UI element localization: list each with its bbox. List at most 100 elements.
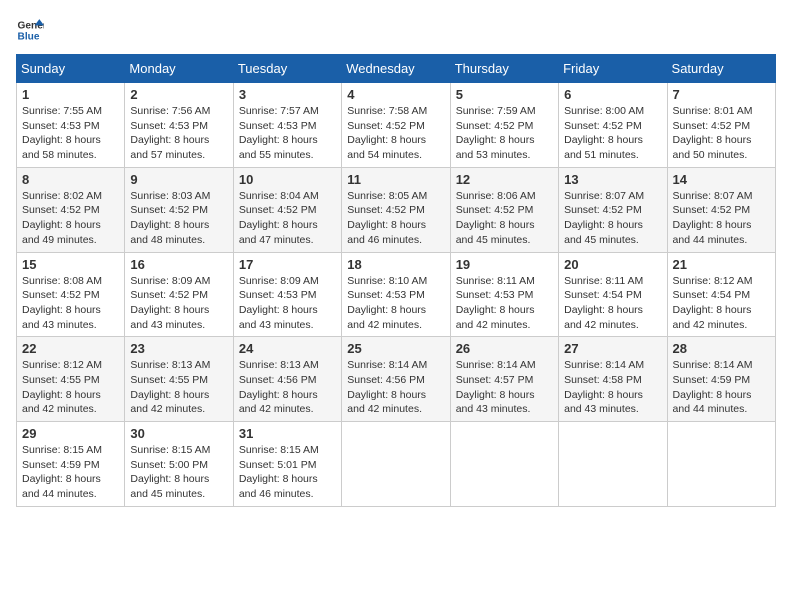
sunset-label: Sunset: 4:52 PM (347, 120, 425, 132)
calendar-cell: 29 Sunrise: 8:15 AM Sunset: 4:59 PM Dayl… (17, 422, 125, 507)
day-info: Sunrise: 8:13 AM Sunset: 4:55 PM Dayligh… (130, 358, 227, 417)
sunrise-label: Sunrise: 8:10 AM (347, 275, 427, 287)
calendar-cell: 23 Sunrise: 8:13 AM Sunset: 4:55 PM Dayl… (125, 337, 233, 422)
day-info: Sunrise: 8:07 AM Sunset: 4:52 PM Dayligh… (673, 189, 770, 248)
day-info: Sunrise: 8:12 AM Sunset: 4:54 PM Dayligh… (673, 274, 770, 333)
day-info: Sunrise: 8:01 AM Sunset: 4:52 PM Dayligh… (673, 104, 770, 163)
sunset-label: Sunset: 4:53 PM (22, 120, 100, 132)
day-number: 9 (130, 172, 227, 187)
calendar-cell (342, 422, 450, 507)
sunrise-label: Sunrise: 8:11 AM (456, 275, 535, 287)
col-header-friday: Friday (559, 55, 667, 83)
day-info: Sunrise: 7:58 AM Sunset: 4:52 PM Dayligh… (347, 104, 444, 163)
daylight-label: Daylight: 8 hours and 45 minutes. (564, 219, 643, 246)
sunset-label: Sunset: 4:57 PM (456, 374, 534, 386)
sunrise-label: Sunrise: 8:14 AM (673, 359, 753, 371)
sunrise-label: Sunrise: 8:00 AM (564, 105, 644, 117)
day-number: 29 (22, 426, 119, 441)
calendar-week-row: 29 Sunrise: 8:15 AM Sunset: 4:59 PM Dayl… (17, 422, 776, 507)
day-number: 3 (239, 87, 336, 102)
calendar-cell: 25 Sunrise: 8:14 AM Sunset: 4:56 PM Dayl… (342, 337, 450, 422)
sunrise-label: Sunrise: 8:14 AM (456, 359, 536, 371)
col-header-saturday: Saturday (667, 55, 775, 83)
day-info: Sunrise: 8:14 AM Sunset: 4:59 PM Dayligh… (673, 358, 770, 417)
daylight-label: Daylight: 8 hours and 42 minutes. (347, 304, 426, 331)
sunrise-label: Sunrise: 8:14 AM (564, 359, 644, 371)
daylight-label: Daylight: 8 hours and 50 minutes. (673, 134, 752, 161)
logo-icon: General Blue (16, 16, 44, 44)
day-info: Sunrise: 8:04 AM Sunset: 4:52 PM Dayligh… (239, 189, 336, 248)
calendar-cell: 4 Sunrise: 7:58 AM Sunset: 4:52 PM Dayli… (342, 83, 450, 168)
sunrise-label: Sunrise: 8:09 AM (239, 275, 319, 287)
day-number: 30 (130, 426, 227, 441)
day-info: Sunrise: 8:15 AM Sunset: 5:00 PM Dayligh… (130, 443, 227, 502)
calendar-cell: 21 Sunrise: 8:12 AM Sunset: 4:54 PM Dayl… (667, 252, 775, 337)
sunset-label: Sunset: 4:55 PM (22, 374, 100, 386)
sunset-label: Sunset: 4:59 PM (673, 374, 751, 386)
sunrise-label: Sunrise: 8:03 AM (130, 190, 210, 202)
svg-text:Blue: Blue (18, 31, 40, 42)
sunrise-label: Sunrise: 7:59 AM (456, 105, 536, 117)
day-info: Sunrise: 7:56 AM Sunset: 4:53 PM Dayligh… (130, 104, 227, 163)
calendar-cell: 2 Sunrise: 7:56 AM Sunset: 4:53 PM Dayli… (125, 83, 233, 168)
daylight-label: Daylight: 8 hours and 43 minutes. (456, 389, 535, 416)
calendar-cell: 1 Sunrise: 7:55 AM Sunset: 4:53 PM Dayli… (17, 83, 125, 168)
sunset-label: Sunset: 5:01 PM (239, 459, 317, 471)
calendar-cell: 19 Sunrise: 8:11 AM Sunset: 4:53 PM Dayl… (450, 252, 558, 337)
day-info: Sunrise: 8:11 AM Sunset: 4:54 PM Dayligh… (564, 274, 661, 333)
daylight-label: Daylight: 8 hours and 46 minutes. (239, 473, 318, 500)
sunset-label: Sunset: 4:53 PM (130, 120, 208, 132)
sunset-label: Sunset: 4:56 PM (239, 374, 317, 386)
calendar-cell: 22 Sunrise: 8:12 AM Sunset: 4:55 PM Dayl… (17, 337, 125, 422)
sunset-label: Sunset: 4:53 PM (456, 289, 534, 301)
sunset-label: Sunset: 4:52 PM (22, 289, 100, 301)
sunrise-label: Sunrise: 7:55 AM (22, 105, 102, 117)
calendar-cell: 16 Sunrise: 8:09 AM Sunset: 4:52 PM Dayl… (125, 252, 233, 337)
day-number: 16 (130, 257, 227, 272)
calendar-cell: 18 Sunrise: 8:10 AM Sunset: 4:53 PM Dayl… (342, 252, 450, 337)
daylight-label: Daylight: 8 hours and 44 minutes. (22, 473, 101, 500)
daylight-label: Daylight: 8 hours and 53 minutes. (456, 134, 535, 161)
daylight-label: Daylight: 8 hours and 42 minutes. (456, 304, 535, 331)
col-header-sunday: Sunday (17, 55, 125, 83)
day-info: Sunrise: 8:15 AM Sunset: 4:59 PM Dayligh… (22, 443, 119, 502)
daylight-label: Daylight: 8 hours and 54 minutes. (347, 134, 426, 161)
day-info: Sunrise: 8:14 AM Sunset: 4:57 PM Dayligh… (456, 358, 553, 417)
header: General Blue (16, 16, 776, 44)
sunset-label: Sunset: 4:52 PM (673, 204, 751, 216)
sunrise-label: Sunrise: 8:13 AM (130, 359, 210, 371)
day-number: 27 (564, 341, 661, 356)
day-info: Sunrise: 7:59 AM Sunset: 4:52 PM Dayligh… (456, 104, 553, 163)
day-info: Sunrise: 7:57 AM Sunset: 4:53 PM Dayligh… (239, 104, 336, 163)
day-number: 11 (347, 172, 444, 187)
sunset-label: Sunset: 4:52 PM (456, 204, 534, 216)
calendar-cell: 9 Sunrise: 8:03 AM Sunset: 4:52 PM Dayli… (125, 167, 233, 252)
calendar-cell: 7 Sunrise: 8:01 AM Sunset: 4:52 PM Dayli… (667, 83, 775, 168)
day-number: 18 (347, 257, 444, 272)
day-number: 4 (347, 87, 444, 102)
calendar-cell: 27 Sunrise: 8:14 AM Sunset: 4:58 PM Dayl… (559, 337, 667, 422)
sunrise-label: Sunrise: 7:56 AM (130, 105, 210, 117)
calendar-cell: 17 Sunrise: 8:09 AM Sunset: 4:53 PM Dayl… (233, 252, 341, 337)
day-number: 13 (564, 172, 661, 187)
day-info: Sunrise: 8:02 AM Sunset: 4:52 PM Dayligh… (22, 189, 119, 248)
calendar-cell: 26 Sunrise: 8:14 AM Sunset: 4:57 PM Dayl… (450, 337, 558, 422)
calendar-cell: 11 Sunrise: 8:05 AM Sunset: 4:52 PM Dayl… (342, 167, 450, 252)
sunset-label: Sunset: 4:52 PM (456, 120, 534, 132)
sunset-label: Sunset: 5:00 PM (130, 459, 208, 471)
daylight-label: Daylight: 8 hours and 42 minutes. (22, 389, 101, 416)
daylight-label: Daylight: 8 hours and 43 minutes. (564, 389, 643, 416)
sunset-label: Sunset: 4:52 PM (673, 120, 751, 132)
day-info: Sunrise: 8:05 AM Sunset: 4:52 PM Dayligh… (347, 189, 444, 248)
calendar-cell: 3 Sunrise: 7:57 AM Sunset: 4:53 PM Dayli… (233, 83, 341, 168)
calendar-cell: 8 Sunrise: 8:02 AM Sunset: 4:52 PM Dayli… (17, 167, 125, 252)
day-number: 12 (456, 172, 553, 187)
daylight-label: Daylight: 8 hours and 43 minutes. (239, 304, 318, 331)
sunrise-label: Sunrise: 8:06 AM (456, 190, 536, 202)
sunrise-label: Sunrise: 8:09 AM (130, 275, 210, 287)
col-header-wednesday: Wednesday (342, 55, 450, 83)
calendar-cell: 10 Sunrise: 8:04 AM Sunset: 4:52 PM Dayl… (233, 167, 341, 252)
calendar-cell: 30 Sunrise: 8:15 AM Sunset: 5:00 PM Dayl… (125, 422, 233, 507)
sunrise-label: Sunrise: 8:15 AM (22, 444, 102, 456)
calendar-week-row: 22 Sunrise: 8:12 AM Sunset: 4:55 PM Dayl… (17, 337, 776, 422)
